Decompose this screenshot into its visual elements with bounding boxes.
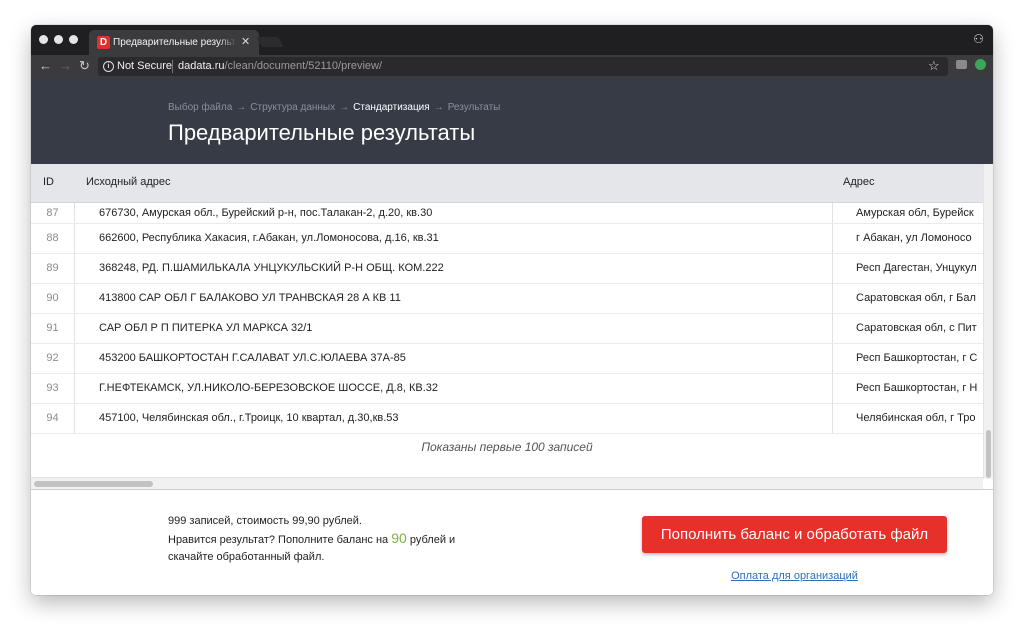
row-id: 87 [31, 203, 75, 223]
table-row[interactable]: 89 368248, РД. П.ШАМИЛЬКАЛА УНЦУКУЛЬСКИЙ… [31, 254, 983, 284]
cost-summary: 999 записей, стоимость 99,90 рублей. Нра… [168, 513, 455, 566]
row-source-address: Г.НЕФТЕКАМСК, УЛ.НИКОЛО-БЕРЕЗОВСКОЕ ШОСС… [99, 382, 438, 394]
column-header-address[interactable]: Адрес [843, 176, 875, 188]
address-bar[interactable]: i Not Secure dadata.ru/clean/document/52… [98, 57, 948, 76]
payment-footer: 999 записей, стоимость 99,90 рублей. Нра… [31, 489, 993, 595]
records-shown-note: Показаны первые 100 записей [421, 440, 593, 454]
horizontal-scroll-thumb[interactable] [34, 481, 153, 487]
download-line: скачайте обработанный файл. [168, 551, 325, 563]
breadcrumb: Выбор файла → Структура данных → Стандартиза… [168, 102, 500, 113]
column-header-id[interactable]: ID [43, 176, 54, 188]
organization-payment-link[interactable]: Оплата для организаций [642, 570, 947, 582]
table-row[interactable]: 87 676730, Амурская обл., Бурейский р-н,… [31, 203, 983, 224]
row-source-address: САР ОБЛ Р П ПИТЕРКА УЛ МАРКСА 32/1 [99, 322, 313, 334]
row-standard-address: Респ Башкортостан, г С [832, 344, 983, 373]
table-body: 87 676730, Амурская обл., Бурейский р-н,… [31, 203, 983, 434]
top-up-amount: 90 [391, 530, 407, 546]
row-id: 88 [31, 224, 75, 253]
browser-window: D Предварительные результаты ✕ ⚇ ← → ↻ i… [31, 25, 993, 595]
omnibox-divider [172, 60, 173, 73]
row-id: 93 [31, 374, 75, 403]
page-title: Предварительные результаты [168, 120, 476, 145]
url-domain: dadata.ru [178, 60, 225, 72]
row-id: 91 [31, 314, 75, 343]
breadcrumb-standardization: Стандартизация [353, 102, 430, 113]
row-source-address: 457100, Челябинская обл., г.Троицк, 10 к… [99, 412, 399, 424]
row-standard-address: г Абакан, ул Ломоносо [832, 224, 983, 253]
forward-icon[interactable]: → [59, 58, 72, 73]
row-standard-address: Челябинская обл, г Тро [832, 404, 983, 433]
incognito-icon: ⚇ [973, 32, 984, 46]
row-source-address: 413800 САР ОБЛ Г БАЛАКОВО УЛ ТРАНВСКАЯ 2… [99, 292, 401, 304]
row-source-address: 453200 БАШКОРТОСТАН Г.САЛАВАТ УЛ.С.ЮЛАЕВ… [99, 352, 406, 364]
row-source-address: 662600, Республика Хакасия, г.Абакан, ул… [99, 232, 439, 244]
info-icon[interactable]: i [103, 61, 114, 72]
row-source-address: 368248, РД. П.ШАМИЛЬКАЛА УНЦУКУЛЬСКИЙ Р-… [99, 262, 444, 274]
vertical-scrollbar[interactable] [983, 164, 993, 479]
column-header-source[interactable]: Исходный адрес [86, 176, 171, 188]
tab-close-icon[interactable]: ✕ [241, 35, 250, 48]
top-up-unit: рублей и [406, 534, 456, 546]
camera-extension-icon[interactable] [956, 60, 967, 69]
close-window-button[interactable] [39, 35, 48, 44]
table-row[interactable]: 93 Г.НЕФТЕКАМСК, УЛ.НИКОЛО-БЕРЕЗОВСКОЕ Ш… [31, 374, 983, 404]
row-standard-address: Амурская обл, Бурейск [832, 203, 983, 223]
browser-tab[interactable]: D Предварительные результаты ✕ [89, 30, 259, 55]
row-standard-address: Саратовская обл, с Пит [832, 314, 983, 343]
tab-title: Предварительные результаты [113, 37, 237, 48]
maximize-window-button[interactable] [69, 35, 78, 44]
breadcrumb-file-select[interactable]: Выбор файла [168, 102, 232, 113]
reload-icon[interactable]: ↻ [79, 58, 90, 74]
top-up-and-process-button[interactable]: Пополнить баланс и обработать файл [642, 516, 947, 553]
vertical-scroll-thumb[interactable] [986, 430, 991, 478]
minimize-window-button[interactable] [54, 35, 63, 44]
row-id: 94 [31, 404, 75, 433]
row-id: 92 [31, 344, 75, 373]
new-tab-button[interactable] [256, 37, 284, 47]
url-text[interactable]: dadata.ru/clean/document/52110/preview/ [178, 60, 382, 72]
table-header: ID Исходный адрес Адрес [31, 164, 983, 203]
browser-toolbar: ← → ↻ i Not Secure dadata.ru/clean/docum… [31, 55, 993, 78]
row-source-address: 676730, Амурская обл., Бурейский р-н, по… [99, 207, 433, 219]
row-standard-address: Респ Башкортостан, г Н [832, 374, 983, 403]
breadcrumb-arrow-icon: → [339, 102, 350, 113]
breadcrumb-data-structure[interactable]: Структура данных [250, 102, 335, 113]
row-standard-address: Респ Дагестан, Унцукул [832, 254, 983, 283]
row-id: 90 [31, 284, 75, 313]
top-up-text: Нравится результат? Пополните баланс на [168, 534, 392, 546]
title-bar: D Предварительные результаты ✕ ⚇ [31, 25, 993, 55]
table-row[interactable]: 88 662600, Республика Хакасия, г.Абакан,… [31, 224, 983, 254]
page-content: Выбор файла → Структура данных → Стандартиза… [31, 78, 993, 595]
row-standard-address: Саратовская обл, г Бал [832, 284, 983, 313]
top-up-line: Нравится результат? Пополните баланс на … [168, 530, 455, 549]
table-row[interactable]: 90 413800 САР ОБЛ Г БАЛАКОВО УЛ ТРАНВСКА… [31, 284, 983, 314]
breadcrumb-arrow-icon: → [433, 102, 444, 113]
table-row[interactable]: 91 САР ОБЛ Р П ПИТЕРКА УЛ МАРКСА 32/1 Са… [31, 314, 983, 344]
back-icon[interactable]: ← [39, 58, 52, 73]
not-secure-label: Not Secure [117, 60, 173, 72]
table-row[interactable]: 94 457100, Челябинская обл., г.Троицк, 1… [31, 404, 983, 434]
breadcrumb-arrow-icon: → [236, 102, 247, 113]
row-id: 89 [31, 254, 75, 283]
page-header: Выбор файла → Структура данных → Стандартиза… [31, 78, 993, 164]
records-cost-line: 999 записей, стоимость 99,90 рублей. [168, 515, 362, 527]
breadcrumb-results: Результаты [447, 102, 501, 113]
green-extension-icon[interactable] [975, 59, 986, 70]
table-row[interactable]: 92 453200 БАШКОРТОСТАН Г.САЛАВАТ УЛ.С.ЮЛ… [31, 344, 983, 374]
star-icon[interactable]: ☆ [928, 58, 940, 74]
url-path: /clean/document/52110/preview/ [224, 60, 383, 72]
dadata-favicon-icon: D [97, 36, 110, 49]
